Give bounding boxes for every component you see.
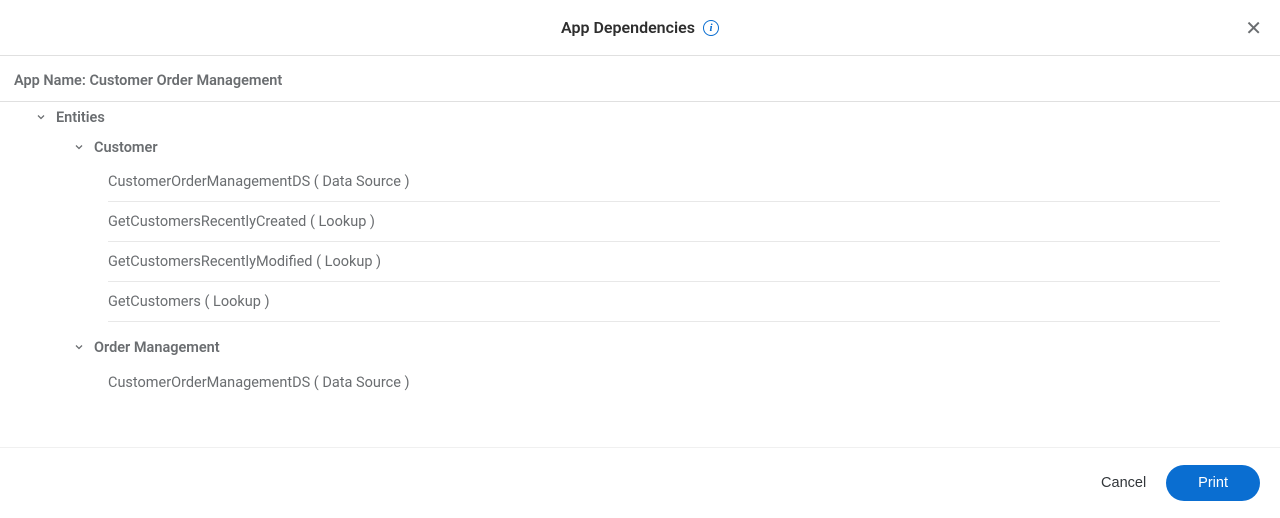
tree-node-order-management[interactable]: Order Management <box>0 332 1280 362</box>
tree-node-label: Order Management <box>94 339 220 356</box>
tree-root[interactable]: Entities <box>0 102 1280 132</box>
dialog-footer: Cancel Print <box>0 447 1280 518</box>
tree-item-label: GetCustomersRecentlyModified ( Lookup ) <box>108 253 381 270</box>
tree-item-label: GetCustomersRecentlyCreated ( Lookup ) <box>108 213 375 230</box>
dialog-header: App Dependencies i ✕ <box>0 0 1280 56</box>
tree-item[interactable]: GetCustomersRecentlyCreated ( Lookup ) <box>108 202 1220 242</box>
dialog-title-wrap: App Dependencies i <box>561 18 719 37</box>
tree-content[interactable]: Entities Customer CustomerOrderManagemen… <box>0 101 1280 436</box>
print-button[interactable]: Print <box>1166 465 1260 501</box>
tree-item-label: CustomerOrderManagementDS ( Data Source … <box>108 374 410 391</box>
app-name-value: Customer Order Management <box>89 72 282 89</box>
chevron-down-icon[interactable] <box>70 341 88 353</box>
tree-item-label: CustomerOrderManagementDS ( Data Source … <box>108 173 410 190</box>
close-icon[interactable]: ✕ <box>1245 18 1262 38</box>
tree-item-label: GetCustomers ( Lookup ) <box>108 293 270 310</box>
tree-root-label: Entities <box>56 109 105 126</box>
dialog-title: App Dependencies <box>561 18 695 37</box>
chevron-down-icon[interactable] <box>32 111 50 123</box>
tree-item[interactable]: GetCustomersRecentlyModified ( Lookup ) <box>108 242 1220 282</box>
tree-item[interactable]: CustomerOrderManagementDS ( Data Source … <box>108 362 1220 402</box>
app-name-row: App Name: Customer Order Management <box>0 56 1280 101</box>
tree-item[interactable]: CustomerOrderManagementDS ( Data Source … <box>108 162 1220 202</box>
tree-node-label: Customer <box>94 139 158 156</box>
cancel-button[interactable]: Cancel <box>1097 467 1150 499</box>
app-name-label: App Name: <box>14 72 86 89</box>
tree-node-customer[interactable]: Customer <box>0 132 1280 162</box>
tree-item[interactable]: GetCustomers ( Lookup ) <box>108 282 1220 322</box>
info-icon[interactable]: i <box>703 20 719 36</box>
chevron-down-icon[interactable] <box>70 141 88 153</box>
